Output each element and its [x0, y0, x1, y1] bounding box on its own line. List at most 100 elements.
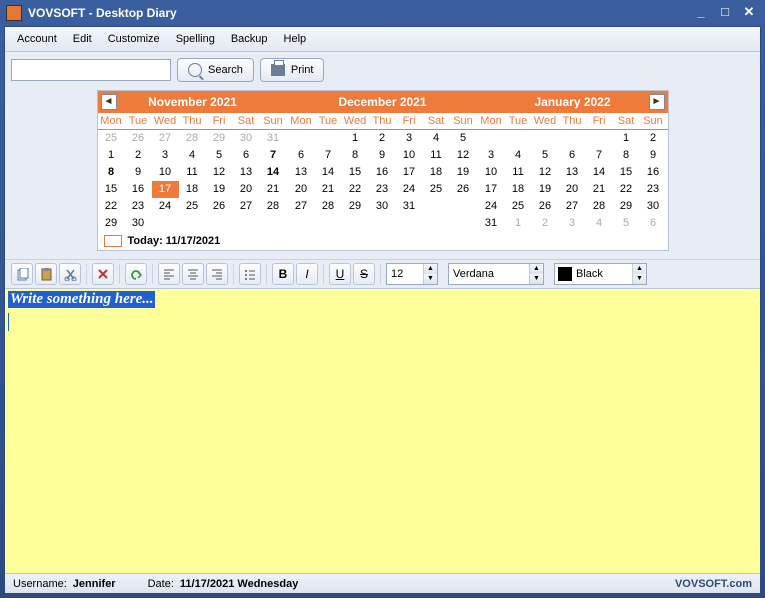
- date-cell[interactable]: 30: [233, 130, 260, 147]
- date-cell[interactable]: 14: [315, 164, 342, 181]
- date-cell[interactable]: 2: [640, 130, 667, 147]
- date-cell[interactable]: 16: [369, 164, 396, 181]
- font-name-input[interactable]: [449, 268, 529, 280]
- date-cell[interactable]: 26: [450, 181, 477, 198]
- date-cell[interactable]: 12: [206, 164, 233, 181]
- minimize-button[interactable]: _: [691, 5, 711, 21]
- date-cell[interactable]: 27: [152, 130, 179, 147]
- date-cell[interactable]: 1: [613, 130, 640, 147]
- date-cell[interactable]: 3: [152, 147, 179, 164]
- date-cell[interactable]: 4: [505, 147, 532, 164]
- date-cell[interactable]: 22: [342, 181, 369, 198]
- date-cell[interactable]: 24: [152, 198, 179, 215]
- date-cell[interactable]: 24: [396, 181, 423, 198]
- date-cell[interactable]: 9: [125, 164, 152, 181]
- today-row[interactable]: Today: 11/17/2021: [98, 232, 668, 250]
- date-cell[interactable]: 14: [586, 164, 613, 181]
- date-cell[interactable]: 4: [586, 215, 613, 232]
- menu-spelling[interactable]: Spelling: [170, 31, 221, 47]
- date-cell[interactable]: 31: [478, 215, 505, 232]
- bullet-list-button[interactable]: [239, 263, 261, 285]
- date-cell[interactable]: 31: [260, 130, 287, 147]
- delete-button[interactable]: [92, 263, 114, 285]
- date-cell[interactable]: 2: [532, 215, 559, 232]
- brand-link[interactable]: VOVSOFT.com: [675, 578, 752, 590]
- date-cell[interactable]: 4: [423, 130, 450, 147]
- cut-button[interactable]: [59, 263, 81, 285]
- date-cell[interactable]: 13: [233, 164, 260, 181]
- date-cell[interactable]: 5: [450, 130, 477, 147]
- font-name-combo[interactable]: ▲ ▼: [448, 263, 544, 285]
- date-cell[interactable]: 28: [179, 130, 206, 147]
- date-cell[interactable]: 16: [125, 181, 152, 198]
- date-cell[interactable]: 18: [423, 164, 450, 181]
- date-cell[interactable]: 6: [559, 147, 586, 164]
- date-cell[interactable]: 27: [233, 198, 260, 215]
- date-cell[interactable]: 25: [505, 198, 532, 215]
- paste-button[interactable]: [35, 263, 57, 285]
- menu-account[interactable]: Account: [11, 31, 63, 47]
- font-color-down[interactable]: ▼: [632, 274, 646, 284]
- date-cell[interactable]: 11: [505, 164, 532, 181]
- font-name-up[interactable]: ▲: [529, 264, 543, 274]
- date-cell[interactable]: 27: [288, 198, 315, 215]
- diary-editor[interactable]: Write something here...: [5, 288, 760, 573]
- date-cell[interactable]: 3: [396, 130, 423, 147]
- date-cell[interactable]: 6: [288, 147, 315, 164]
- date-cell[interactable]: 7: [586, 147, 613, 164]
- date-cell[interactable]: 6: [233, 147, 260, 164]
- date-cell[interactable]: 9: [640, 147, 667, 164]
- date-cell[interactable]: 18: [505, 181, 532, 198]
- font-color-combo[interactable]: ▲ ▼: [554, 263, 647, 285]
- date-cell[interactable]: 25: [423, 181, 450, 198]
- date-cell[interactable]: 17: [152, 181, 179, 198]
- date-cell[interactable]: 14: [260, 164, 287, 181]
- search-input[interactable]: [11, 59, 171, 81]
- date-cell[interactable]: 30: [125, 215, 152, 232]
- date-cell[interactable]: 13: [288, 164, 315, 181]
- align-center-button[interactable]: [182, 263, 204, 285]
- date-cell[interactable]: 19: [450, 164, 477, 181]
- date-cell[interactable]: 5: [532, 147, 559, 164]
- date-cell[interactable]: 24: [478, 198, 505, 215]
- date-cell[interactable]: 9: [369, 147, 396, 164]
- date-cell[interactable]: 17: [396, 164, 423, 181]
- date-cell[interactable]: 28: [260, 198, 287, 215]
- date-cell[interactable]: 20: [559, 181, 586, 198]
- date-cell[interactable]: 15: [613, 164, 640, 181]
- date-cell[interactable]: 30: [369, 198, 396, 215]
- date-cell[interactable]: 23: [125, 198, 152, 215]
- copy-button[interactable]: [11, 263, 33, 285]
- date-cell[interactable]: 10: [152, 164, 179, 181]
- date-cell[interactable]: 7: [315, 147, 342, 164]
- align-right-button[interactable]: [206, 263, 228, 285]
- date-cell[interactable]: 11: [179, 164, 206, 181]
- date-cell[interactable]: 1: [505, 215, 532, 232]
- date-cell[interactable]: 21: [586, 181, 613, 198]
- date-cell[interactable]: 19: [532, 181, 559, 198]
- date-cell[interactable]: 10: [396, 147, 423, 164]
- date-cell[interactable]: 21: [315, 181, 342, 198]
- font-name-down[interactable]: ▼: [529, 274, 543, 284]
- date-cell[interactable]: 20: [233, 181, 260, 198]
- date-cell[interactable]: 19: [206, 181, 233, 198]
- date-cell[interactable]: 26: [532, 198, 559, 215]
- date-cell[interactable]: 26: [206, 198, 233, 215]
- date-cell[interactable]: 28: [586, 198, 613, 215]
- date-cell[interactable]: 16: [640, 164, 667, 181]
- date-cell[interactable]: 11: [423, 147, 450, 164]
- print-button[interactable]: Print: [260, 58, 325, 82]
- date-cell[interactable]: 5: [206, 147, 233, 164]
- date-cell[interactable]: 25: [98, 130, 125, 147]
- date-cell[interactable]: 6: [640, 215, 667, 232]
- date-cell[interactable]: 29: [342, 198, 369, 215]
- font-size-input[interactable]: [387, 268, 423, 280]
- font-color-input[interactable]: [572, 268, 632, 280]
- date-cell[interactable]: 20: [288, 181, 315, 198]
- titlebar[interactable]: VOVSOFT - Desktop Diary _ □ ✕: [0, 0, 765, 26]
- date-cell[interactable]: 4: [179, 147, 206, 164]
- date-cell[interactable]: 2: [369, 130, 396, 147]
- maximize-button[interactable]: □: [715, 5, 735, 21]
- undo-button[interactable]: [125, 263, 147, 285]
- align-left-button[interactable]: [158, 263, 180, 285]
